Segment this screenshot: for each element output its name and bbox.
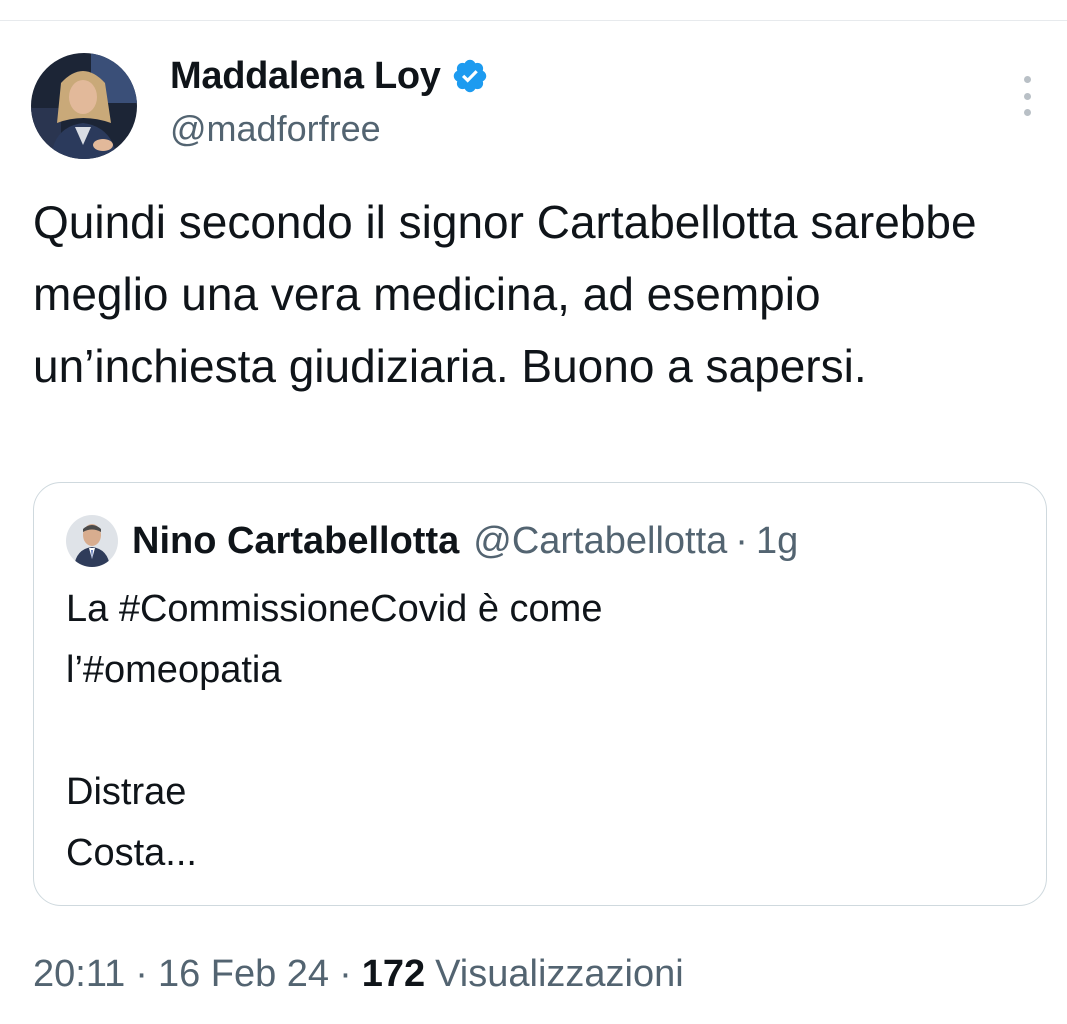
verified-badge-icon[interactable] bbox=[451, 57, 489, 95]
quoted-tweet-header: Nino Cartabellotta @Cartabellotta · 1g bbox=[132, 517, 798, 565]
quoted-author-avatar bbox=[66, 515, 118, 567]
tweet-date[interactable]: 16 Feb 24 bbox=[158, 953, 329, 996]
tweet-time[interactable]: 20:11 bbox=[33, 953, 125, 996]
quoted-text-line bbox=[66, 701, 1006, 762]
author-handle[interactable]: @madforfree bbox=[170, 108, 381, 150]
more-vertical-icon[interactable] bbox=[1012, 76, 1042, 116]
quoted-tweet-text: La #CommissioneCovid è come l’#omeopatia… bbox=[66, 579, 1006, 884]
tweet-text: Quindi secondo il signor Cartabellotta s… bbox=[33, 196, 977, 392]
quoted-text-line: Distrae bbox=[66, 771, 187, 813]
author-display-name[interactable]: Maddalena Loy bbox=[170, 55, 441, 98]
author-name-row: Maddalena Loy bbox=[170, 52, 489, 100]
quoted-author-name: Nino Cartabellotta bbox=[132, 519, 460, 562]
quoted-tweet-card[interactable]: Nino Cartabellotta @Cartabellotta · 1g L… bbox=[33, 482, 1047, 906]
meta-separator: · bbox=[135, 952, 148, 995]
quoted-text-line: l’#omeopatia bbox=[66, 649, 282, 691]
tweet-meta: 20:11 · 16 Feb 24 · 172 Visualizzazioni bbox=[33, 948, 684, 1000]
quoted-timestamp: 1g bbox=[755, 519, 799, 562]
quoted-author-handle: @Cartabellotta bbox=[473, 519, 728, 562]
top-divider bbox=[0, 20, 1067, 21]
author-avatar[interactable] bbox=[31, 53, 137, 159]
quoted-text-line: Costa... bbox=[66, 832, 197, 874]
views-label[interactable]: Visualizzazioni bbox=[435, 953, 684, 996]
quoted-separator: · bbox=[735, 519, 748, 562]
views-count[interactable]: 172 bbox=[362, 953, 425, 996]
quoted-text-line: La #CommissioneCovid è come bbox=[66, 588, 603, 630]
meta-separator: · bbox=[339, 952, 352, 995]
